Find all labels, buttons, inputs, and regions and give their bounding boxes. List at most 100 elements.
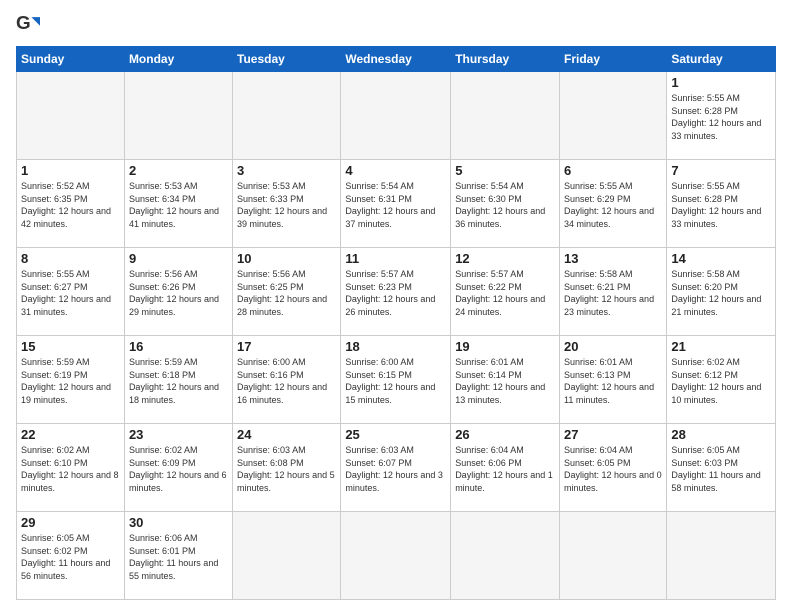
day-header-friday: Friday [560,47,667,72]
day-info: Sunrise: 5:53 AMSunset: 6:34 PMDaylight:… [129,180,228,230]
calendar-cell: 4 Sunrise: 5:54 AMSunset: 6:31 PMDayligh… [341,160,451,248]
day-number: 5 [455,163,555,178]
calendar-row: 29 Sunrise: 6:05 AMSunset: 6:02 PMDaylig… [17,512,776,600]
calendar-cell: 30 Sunrise: 6:06 AMSunset: 6:01 PMDaylig… [124,512,232,600]
day-number: 16 [129,339,228,354]
calendar-cell [233,512,341,600]
header: G [16,12,776,36]
day-info: Sunrise: 6:00 AMSunset: 6:16 PMDaylight:… [237,356,336,406]
calendar-cell: 19 Sunrise: 6:01 AMSunset: 6:14 PMDaylig… [451,336,560,424]
calendar-cell: 1 Sunrise: 5:52 AMSunset: 6:35 PMDayligh… [17,160,125,248]
day-info: Sunrise: 5:55 AMSunset: 6:28 PMDaylight:… [671,92,771,142]
day-header-saturday: Saturday [667,47,776,72]
day-info: Sunrise: 5:55 AMSunset: 6:29 PMDaylight:… [564,180,662,230]
day-info: Sunrise: 6:06 AMSunset: 6:01 PMDaylight:… [129,532,228,582]
calendar-cell [667,512,776,600]
day-info: Sunrise: 6:03 AMSunset: 6:07 PMDaylight:… [345,444,446,494]
day-number: 26 [455,427,555,442]
calendar-cell [451,72,560,160]
calendar-table: SundayMondayTuesdayWednesdayThursdayFrid… [16,46,776,600]
calendar-cell [451,512,560,600]
day-number: 21 [671,339,771,354]
day-number: 10 [237,251,336,266]
day-info: Sunrise: 5:59 AMSunset: 6:19 PMDaylight:… [21,356,120,406]
day-header-monday: Monday [124,47,232,72]
day-number: 25 [345,427,446,442]
calendar-cell: 29 Sunrise: 6:05 AMSunset: 6:02 PMDaylig… [17,512,125,600]
day-number: 17 [237,339,336,354]
calendar-cell: 11 Sunrise: 5:57 AMSunset: 6:23 PMDaylig… [341,248,451,336]
calendar-cell: 22 Sunrise: 6:02 AMSunset: 6:10 PMDaylig… [17,424,125,512]
day-info: Sunrise: 5:57 AMSunset: 6:22 PMDaylight:… [455,268,555,318]
day-number: 22 [21,427,120,442]
calendar-cell: 25 Sunrise: 6:03 AMSunset: 6:07 PMDaylig… [341,424,451,512]
day-number: 15 [21,339,120,354]
calendar-cell [124,72,232,160]
day-number: 4 [345,163,446,178]
calendar-cell: 26 Sunrise: 6:04 AMSunset: 6:06 PMDaylig… [451,424,560,512]
day-info: Sunrise: 5:57 AMSunset: 6:23 PMDaylight:… [345,268,446,318]
day-number: 11 [345,251,446,266]
calendar-cell [341,72,451,160]
page: G SundayMondayTuesdayWednesdayThursdayFr… [0,0,792,612]
day-info: Sunrise: 5:54 AMSunset: 6:31 PMDaylight:… [345,180,446,230]
day-number: 18 [345,339,446,354]
day-number: 2 [129,163,228,178]
svg-text:G: G [16,12,31,33]
day-number: 29 [21,515,120,530]
day-info: Sunrise: 6:05 AMSunset: 6:03 PMDaylight:… [671,444,771,494]
calendar-cell: 15 Sunrise: 5:59 AMSunset: 6:19 PMDaylig… [17,336,125,424]
day-info: Sunrise: 5:53 AMSunset: 6:33 PMDaylight:… [237,180,336,230]
calendar-cell [233,72,341,160]
day-number: 13 [564,251,662,266]
day-number: 19 [455,339,555,354]
calendar-cell: 2 Sunrise: 5:53 AMSunset: 6:34 PMDayligh… [124,160,232,248]
day-header-sunday: Sunday [17,47,125,72]
calendar-cell: 6 Sunrise: 5:55 AMSunset: 6:29 PMDayligh… [560,160,667,248]
day-number: 27 [564,427,662,442]
calendar-body: 1 Sunrise: 5:55 AMSunset: 6:28 PMDayligh… [17,72,776,600]
calendar-cell: 10 Sunrise: 5:56 AMSunset: 6:25 PMDaylig… [233,248,341,336]
calendar-row: 1 Sunrise: 5:55 AMSunset: 6:28 PMDayligh… [17,72,776,160]
day-number: 9 [129,251,228,266]
day-info: Sunrise: 5:52 AMSunset: 6:35 PMDaylight:… [21,180,120,230]
calendar-cell: 23 Sunrise: 6:02 AMSunset: 6:09 PMDaylig… [124,424,232,512]
day-number: 3 [237,163,336,178]
day-info: Sunrise: 6:01 AMSunset: 6:13 PMDaylight:… [564,356,662,406]
day-info: Sunrise: 6:04 AMSunset: 6:06 PMDaylight:… [455,444,555,494]
day-info: Sunrise: 6:05 AMSunset: 6:02 PMDaylight:… [21,532,120,582]
day-info: Sunrise: 5:56 AMSunset: 6:25 PMDaylight:… [237,268,336,318]
calendar-cell: 18 Sunrise: 6:00 AMSunset: 6:15 PMDaylig… [341,336,451,424]
day-number: 7 [671,163,771,178]
day-info: Sunrise: 5:54 AMSunset: 6:30 PMDaylight:… [455,180,555,230]
day-number: 24 [237,427,336,442]
calendar-cell [560,512,667,600]
logo-icon: G [16,12,40,36]
day-info: Sunrise: 6:03 AMSunset: 6:08 PMDaylight:… [237,444,336,494]
calendar-cell: 16 Sunrise: 5:59 AMSunset: 6:18 PMDaylig… [124,336,232,424]
day-number: 6 [564,163,662,178]
day-number: 20 [564,339,662,354]
calendar-cell: 7 Sunrise: 5:55 AMSunset: 6:28 PMDayligh… [667,160,776,248]
day-info: Sunrise: 5:55 AMSunset: 6:28 PMDaylight:… [671,180,771,230]
calendar-cell: 28 Sunrise: 6:05 AMSunset: 6:03 PMDaylig… [667,424,776,512]
logo: G [16,12,44,36]
day-info: Sunrise: 6:02 AMSunset: 6:12 PMDaylight:… [671,356,771,406]
calendar-cell [560,72,667,160]
day-info: Sunrise: 5:55 AMSunset: 6:27 PMDaylight:… [21,268,120,318]
day-number: 8 [21,251,120,266]
day-number: 1 [671,75,771,90]
calendar-cell [341,512,451,600]
calendar-cell: 20 Sunrise: 6:01 AMSunset: 6:13 PMDaylig… [560,336,667,424]
calendar-row: 1 Sunrise: 5:52 AMSunset: 6:35 PMDayligh… [17,160,776,248]
calendar-row: 8 Sunrise: 5:55 AMSunset: 6:27 PMDayligh… [17,248,776,336]
calendar-cell: 21 Sunrise: 6:02 AMSunset: 6:12 PMDaylig… [667,336,776,424]
day-number: 28 [671,427,771,442]
calendar-cell: 5 Sunrise: 5:54 AMSunset: 6:30 PMDayligh… [451,160,560,248]
calendar-cell: 3 Sunrise: 5:53 AMSunset: 6:33 PMDayligh… [233,160,341,248]
day-info: Sunrise: 6:02 AMSunset: 6:10 PMDaylight:… [21,444,120,494]
calendar-cell: 8 Sunrise: 5:55 AMSunset: 6:27 PMDayligh… [17,248,125,336]
day-info: Sunrise: 6:02 AMSunset: 6:09 PMDaylight:… [129,444,228,494]
calendar-cell [17,72,125,160]
day-number: 14 [671,251,771,266]
